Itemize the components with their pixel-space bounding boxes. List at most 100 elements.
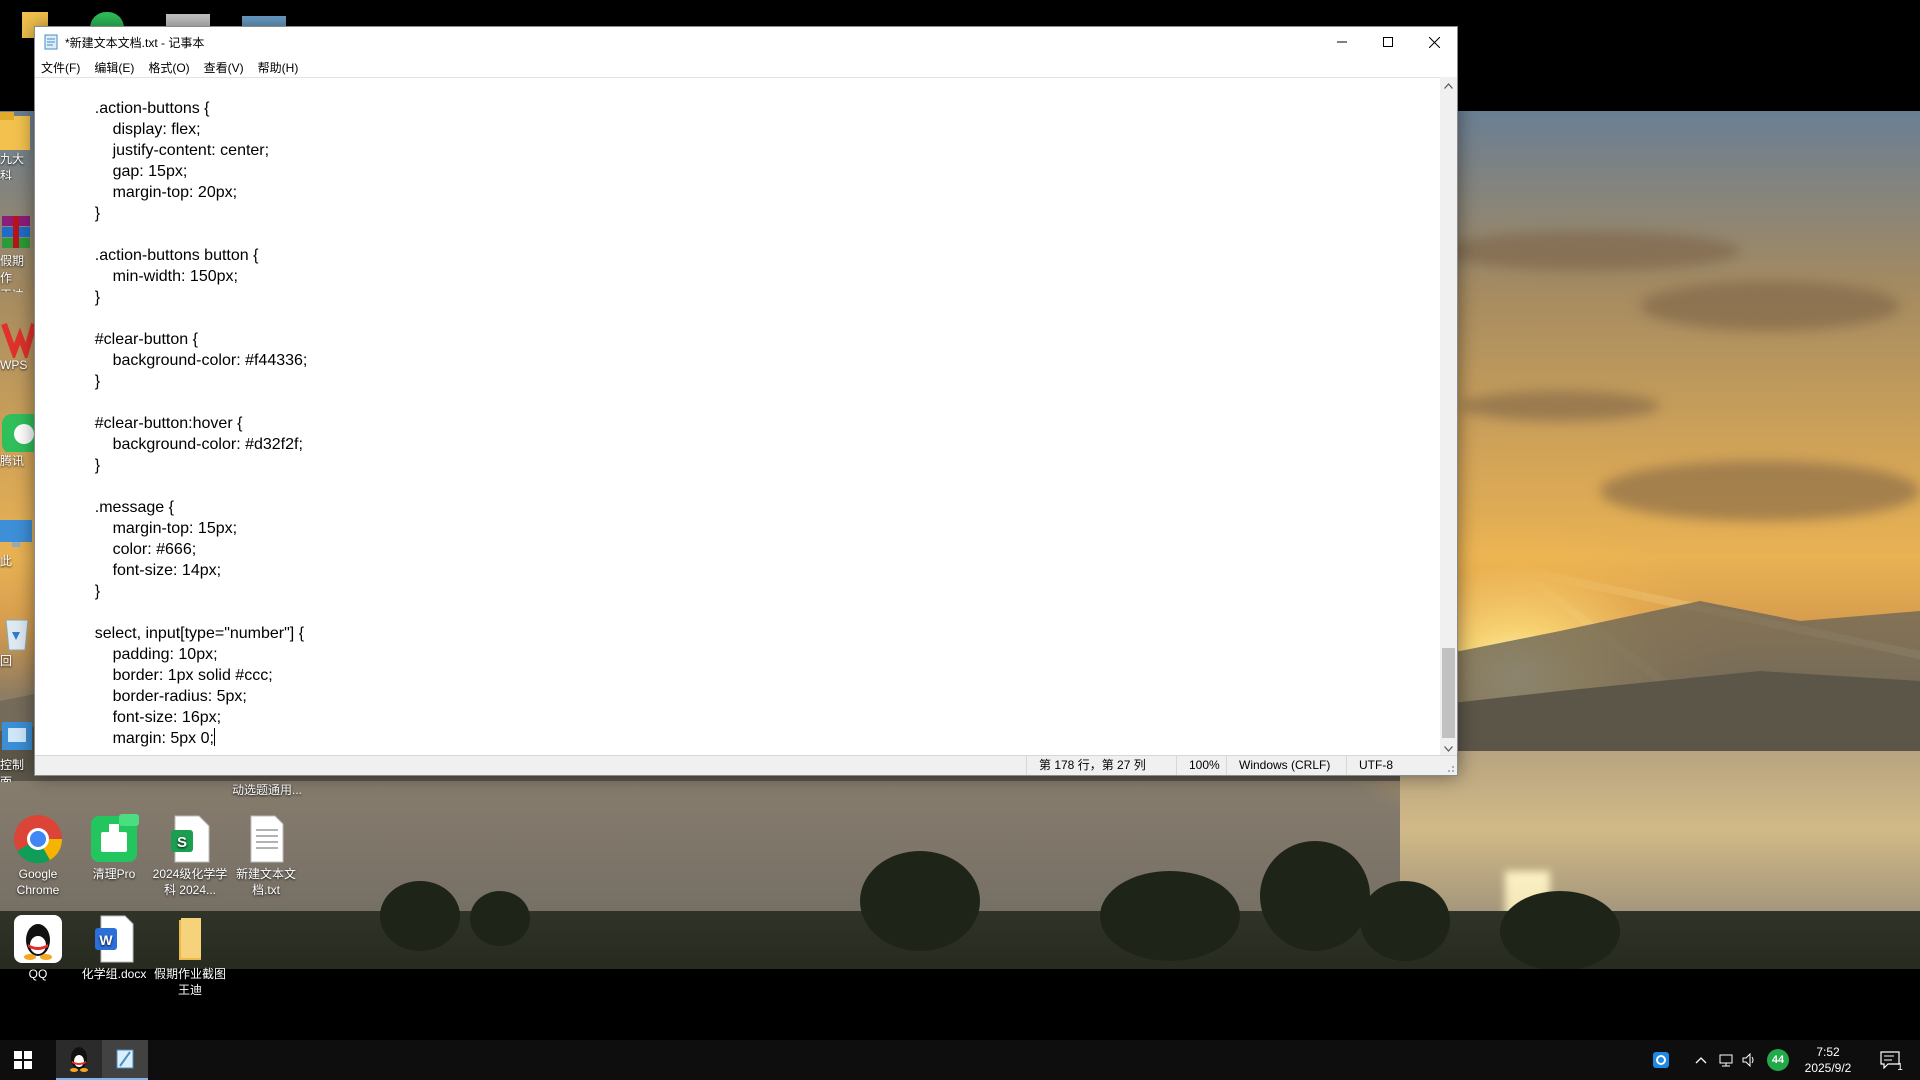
badge-count: 44 (1771, 1054, 1785, 1066)
folder-icon (165, 914, 215, 964)
code-line: border-radius: 5px; (77, 688, 247, 705)
desktop-icon-partial-7[interactable]: 控制面 (0, 718, 34, 782)
minimize-icon (1337, 41, 1347, 43)
cursor-position: 第 178 行，第 27 列 (1026, 756, 1156, 775)
desktop-icon-partial-top-image[interactable] (166, 14, 210, 26)
tray-badge-button[interactable]: 44 (1764, 1040, 1792, 1080)
clock[interactable]: 7:52 2025/9/2 (1796, 1040, 1860, 1080)
recycle-bin-icon (0, 612, 34, 652)
qq-icon (70, 1047, 88, 1072)
menu-format[interactable]: 格式(O) (148, 59, 189, 76)
desktop-icon-label: WPS (0, 358, 28, 372)
desktop-icon-label: 2024级化学学科 2024... (152, 867, 228, 897)
wps-icon (0, 318, 34, 362)
desktop-icon-folder[interactable]: 假期作业截图王迪 (152, 914, 228, 998)
qq-icon (13, 914, 63, 964)
scroll-up-button[interactable] (1440, 77, 1457, 94)
desktop-icon-partial-5[interactable]: 此 (0, 512, 34, 582)
desktop-icon-text-file[interactable]: 新建文本文档.txt (228, 814, 304, 898)
desktop-icon-partial-4[interactable]: 腾讯 (0, 412, 34, 482)
windows-logo-icon (14, 1051, 32, 1069)
desktop-icon-partial-top-image-2[interactable] (242, 16, 286, 26)
desktop-icon-label: 化学组.docx (81, 967, 147, 981)
code-line: font-size: 16px; (77, 709, 222, 726)
clock-time: 7:52 (1816, 1045, 1840, 1059)
code-line: gap: 15px; (77, 163, 188, 180)
resize-grip-icon[interactable] (1445, 763, 1455, 773)
code-line: margin: 5px 0; (77, 728, 215, 747)
chevron-down-icon (1444, 745, 1453, 752)
code-line: .message { (77, 499, 174, 516)
code-text: .action-buttons { display: flex; justify… (77, 98, 308, 749)
code-line: } (77, 289, 101, 306)
vertical-scrollbar[interactable] (1440, 77, 1457, 757)
code-line: margin-top: 20px; (77, 184, 238, 201)
clock-date: 2025/9/2 (1804, 1061, 1852, 1075)
line-ending: Windows (CRLF) (1226, 756, 1346, 775)
code-line: min-width: 150px; (77, 268, 238, 285)
desktop-icon-label: 此 (0, 554, 13, 568)
desktop-icon-spreadsheet[interactable]: S 2024级化学学科 2024... (152, 814, 228, 898)
window-title: *新建文本文档.txt - 记事本 (65, 35, 205, 50)
code-line: } (77, 457, 101, 474)
maximize-icon (1383, 37, 1393, 47)
desktop-icon-partial-1[interactable]: 九大科 (0, 110, 34, 180)
desktop-icon-label: 王迪 (0, 286, 34, 292)
notepad-app-icon (116, 1049, 134, 1069)
desktop-icon-label: 控制面 (0, 758, 25, 782)
text-file-icon (241, 814, 291, 864)
desktop-icon-label: 腾讯 (0, 454, 25, 468)
control-panel-icon (0, 718, 34, 756)
code-line: margin-top: 15px; (77, 520, 238, 537)
chevron-up-icon (1695, 1057, 1707, 1064)
close-icon (1428, 36, 1440, 48)
start-button[interactable] (0, 1040, 46, 1080)
this-pc-icon (0, 512, 34, 552)
desktop-icon-partial-3[interactable]: WPS (0, 318, 34, 378)
network-button[interactable] (1714, 1040, 1738, 1080)
desktop-icon-cleaner-pro[interactable]: 清理Pro (76, 814, 152, 882)
code-line: } (77, 205, 101, 222)
desktop-icon-word-doc[interactable]: W 化学组.docx (76, 914, 152, 982)
chrome-icon (13, 814, 63, 864)
menu-help[interactable]: 帮助(H) (258, 59, 299, 76)
maximize-button[interactable] (1365, 27, 1411, 57)
desktop-icon-partial-2[interactable]: 假期作 王迪 (0, 212, 34, 292)
desktop-icon-partial-6[interactable]: 回 (0, 612, 34, 682)
desktop-icon-label: 回 (0, 654, 13, 668)
show-hidden-icons-button[interactable] (1690, 1040, 1712, 1080)
status-bar: 第 178 行，第 27 列 100% Windows (CRLF) UTF-8 (35, 755, 1457, 775)
taskbar-qq[interactable] (56, 1040, 102, 1080)
code-line: display: flex; (77, 121, 201, 138)
volume-button[interactable] (1738, 1040, 1762, 1080)
menu-bar: 文件(F) 编辑(E) 格式(O) 查看(V) 帮助(H) (35, 57, 1457, 77)
code-line: .action-buttons { (77, 100, 210, 117)
code-line: background-color: #f44336; (77, 352, 308, 369)
menu-edit[interactable]: 编辑(E) (94, 59, 134, 76)
tray-app-icon[interactable] (1646, 1040, 1676, 1080)
desktop-icon-qq[interactable]: QQ (0, 914, 76, 982)
close-button[interactable] (1411, 27, 1457, 57)
tencent-meeting-icon (0, 412, 34, 454)
code-line: border: 1px solid #ccc; (77, 667, 273, 684)
svg-text:W: W (99, 932, 113, 948)
desktop-icon-chrome[interactable]: Google Chrome (0, 814, 76, 898)
code-line: } (77, 373, 101, 390)
menu-file[interactable]: 文件(F) (41, 59, 80, 76)
title-bar[interactable]: *新建文本文档.txt - 记事本 (35, 27, 1457, 57)
action-center-button[interactable]: 1 (1870, 1040, 1910, 1080)
notepad-app-icon (43, 34, 59, 50)
text-editor-area[interactable]: .action-buttons { display: flex; justify… (35, 77, 1442, 757)
folder-icon (0, 110, 34, 150)
taskbar-notepad[interactable] (102, 1040, 148, 1080)
menu-view[interactable]: 查看(V) (204, 59, 244, 76)
scrollbar-thumb[interactable] (1442, 648, 1455, 738)
code-line: .action-buttons button { (77, 247, 259, 264)
minimize-button[interactable] (1319, 27, 1365, 57)
desktop-icon-label: 假期作 (0, 254, 25, 285)
code-line: padding: 10px; (77, 646, 218, 663)
